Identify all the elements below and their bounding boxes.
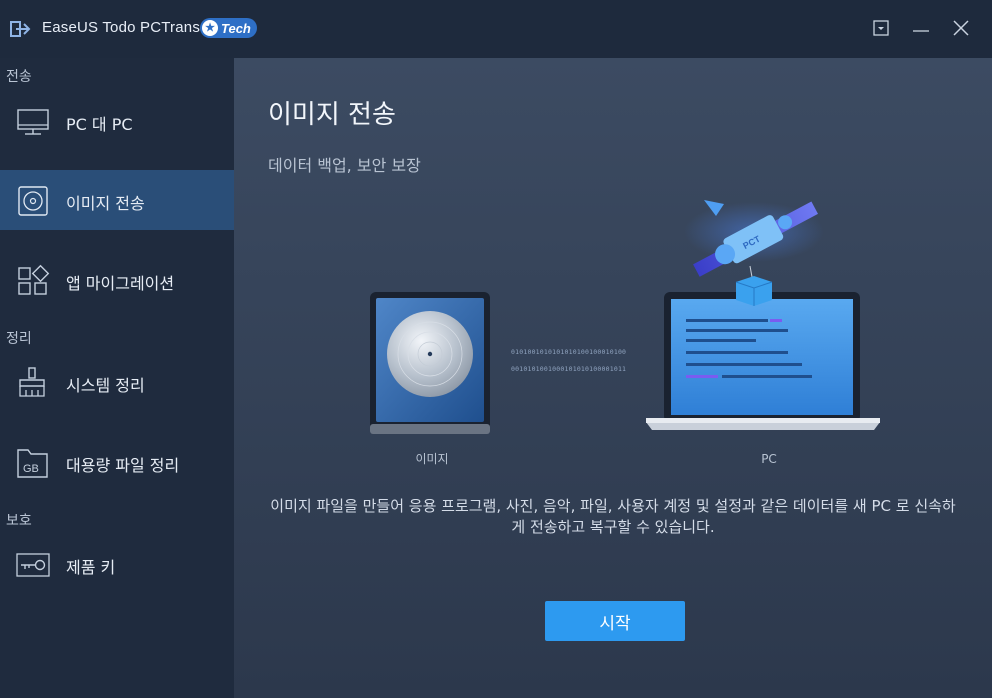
binary-line-2: 0010101001000101010100001011 xyxy=(511,365,627,373)
minimize-icon[interactable] xyxy=(910,17,932,39)
app-title: EaseUS Todo PCTrans xyxy=(42,19,201,36)
image-label: 이미지 xyxy=(415,452,449,466)
close-icon[interactable] xyxy=(950,17,972,39)
monitor-icon xyxy=(17,109,49,135)
section-label-cleanup: 정리 xyxy=(6,331,32,347)
sidebar-item-label: 대용량 파일 정리 xyxy=(66,456,180,475)
star-icon: ★ xyxy=(202,20,218,36)
image-file-illustration xyxy=(370,292,490,434)
sidebar-item-label: 이미지 전송 xyxy=(66,194,145,213)
sidebar: 전송 PC 대 PC 이미지 전송 앱 마이그레이션 정리 시스템 정리 GB … xyxy=(0,58,234,698)
sidebar-item-label: 시스템 정리 xyxy=(66,376,145,395)
start-button[interactable]: 시작 xyxy=(545,601,685,641)
apps-icon xyxy=(18,264,50,295)
sidebar-item-large-file-cleanup[interactable]: GB 대용량 파일 정리 xyxy=(0,432,234,492)
page-title: 이미지 전송 xyxy=(268,100,396,130)
sidebar-item-system-cleanup[interactable]: 시스템 정리 xyxy=(0,352,234,412)
disc-icon xyxy=(18,186,48,216)
section-label-transfer: 전송 xyxy=(6,69,32,85)
sidebar-item-label: 앱 마이그레이션 xyxy=(66,274,175,293)
sidebar-item-product-key[interactable]: 제품 키 xyxy=(0,534,234,594)
dropdown-menu-icon[interactable] xyxy=(870,17,892,39)
page-subtitle: 데이터 백업, 보안 보장 xyxy=(268,156,421,175)
description-text: 이미지 파일을 만들어 응용 프로그램, 사진, 음악, 파일, 사용자 계정 … xyxy=(270,497,956,536)
title-bar: EaseUS Todo PCTrans ★ Tech xyxy=(0,0,992,58)
sidebar-item-pc-to-pc[interactable]: PC 대 PC xyxy=(0,91,234,151)
pc-label: PC xyxy=(761,452,777,466)
sidebar-item-app-migration[interactable]: 앱 마이그레이션 xyxy=(0,250,234,310)
sidebar-item-label: PC 대 PC xyxy=(66,115,133,134)
section-label-protection: 보호 xyxy=(6,513,32,529)
broom-icon xyxy=(19,367,45,397)
tech-badge-label: Tech xyxy=(221,20,251,36)
pc-laptop-illustration: PCT xyxy=(646,200,880,430)
main-panel: 이미지 전송 데이터 백업, 보안 보장 이미지 010100101010101… xyxy=(234,58,992,698)
sidebar-item-image-transfer[interactable]: 이미지 전송 xyxy=(0,170,234,230)
sidebar-item-label: 제품 키 xyxy=(66,558,116,577)
binary-line-1: 0101001010101010100100010100 xyxy=(511,348,627,356)
svg-text:GB: GB xyxy=(23,463,39,475)
transfer-logo-icon xyxy=(10,21,31,37)
gb-folder-icon: GB xyxy=(17,449,48,478)
tech-badge: ★ Tech xyxy=(200,18,257,38)
key-icon xyxy=(16,553,50,577)
